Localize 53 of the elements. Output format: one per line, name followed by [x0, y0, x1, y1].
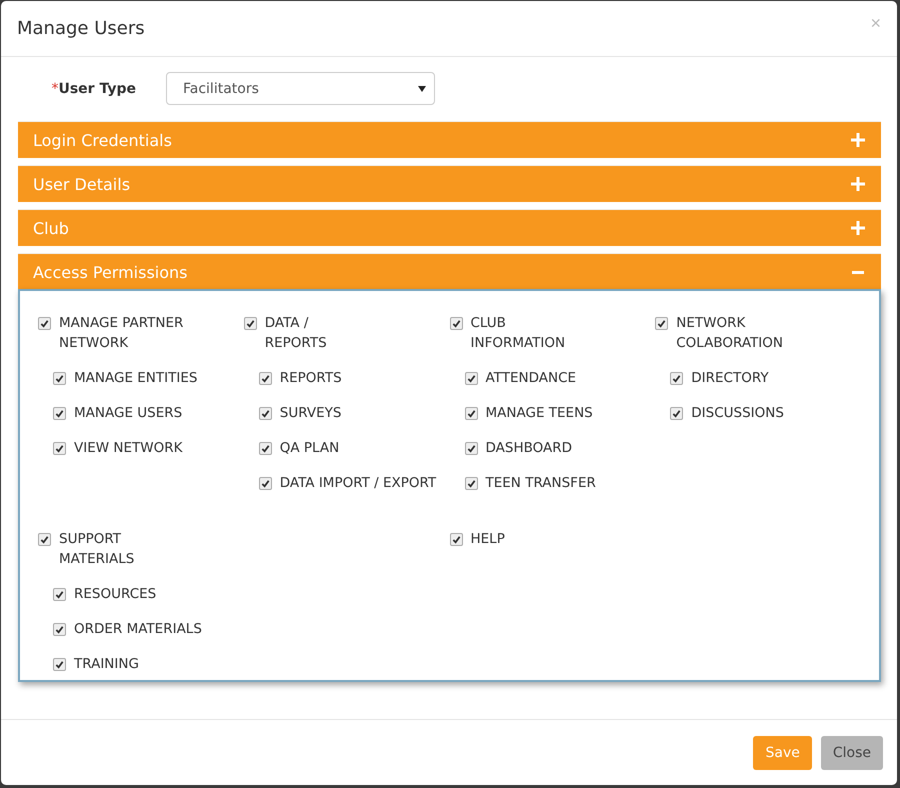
permission-checkbox[interactable]: RESOURCES [53, 584, 244, 604]
permission-checkbox[interactable]: DISCUSSIONS [670, 403, 861, 423]
check-icon [260, 479, 270, 488]
permission-checkbox[interactable]: ORDER MATERIALS [53, 619, 244, 639]
check-icon [466, 444, 476, 453]
check-icon [466, 479, 476, 488]
check-icon [672, 374, 682, 383]
check-icon [55, 660, 64, 669]
permission-checkbox[interactable]: DASHBOARD [464, 438, 656, 458]
permission-checkbox[interactable]: DIRECTORY [670, 368, 861, 388]
user-type-dropdown[interactable]: Facilitators [166, 72, 435, 105]
permission-checkbox[interactable]: MANAGE TEENS [464, 403, 656, 423]
close-button[interactable]: Close [820, 736, 883, 770]
permission-checkbox[interactable]: MANAGE ENTITIES [53, 368, 244, 388]
check-icon [452, 319, 460, 328]
permission-checkbox[interactable]: TRAINING [53, 654, 244, 674]
permission-checkbox[interactable]: CLUB INFORMATION [450, 313, 656, 353]
permission-checkbox[interactable]: DATA IMPORT / EXPORT [258, 473, 450, 493]
permission-checkbox[interactable]: HELP [450, 529, 656, 549]
check-icon [40, 535, 49, 544]
permission-checkbox[interactable]: SURVEYS [258, 403, 450, 423]
permission-checkbox[interactable]: NETWORK COLABORATION [655, 313, 861, 353]
check-icon [246, 319, 255, 328]
check-icon [657, 319, 666, 328]
permission-checkbox[interactable]: ATTENDANCE [464, 368, 656, 388]
minus-icon [852, 270, 864, 274]
dialog-title: Manage Users [17, 18, 145, 39]
check-icon [260, 374, 270, 383]
permission-checkbox[interactable]: VIEW NETWORK [53, 438, 244, 458]
user-type-label: *User Type [50, 80, 137, 96]
caret-icon [418, 86, 426, 92]
plus-icon [851, 221, 865, 235]
permission-checkbox[interactable]: MANAGE USERS [53, 403, 244, 423]
permission-checkbox[interactable]: QA PLAN [258, 438, 450, 458]
check-icon [672, 409, 682, 418]
permission-checkbox[interactable]: SUPPORT MATERIALS [38, 529, 244, 569]
check-icon [452, 535, 460, 544]
check-icon [55, 590, 64, 599]
check-icon [466, 374, 476, 383]
check-icon [55, 374, 64, 383]
check-icon [55, 625, 64, 634]
check-icon [260, 409, 270, 418]
check-icon [260, 444, 270, 453]
check-icon [40, 319, 49, 328]
check-icon [55, 444, 64, 453]
permission-checkbox[interactable]: REPORTS [258, 368, 450, 388]
plus-icon [851, 133, 865, 147]
check-icon [466, 409, 476, 418]
permission-checkbox[interactable]: MANAGE PARTNER NETWORK [38, 313, 244, 353]
permission-checkbox[interactable]: TEEN TRANSFER [464, 473, 656, 493]
permission-checkbox[interactable]: DATA / REPORTS [244, 313, 450, 353]
plus-icon [851, 177, 865, 191]
check-icon [55, 409, 64, 418]
